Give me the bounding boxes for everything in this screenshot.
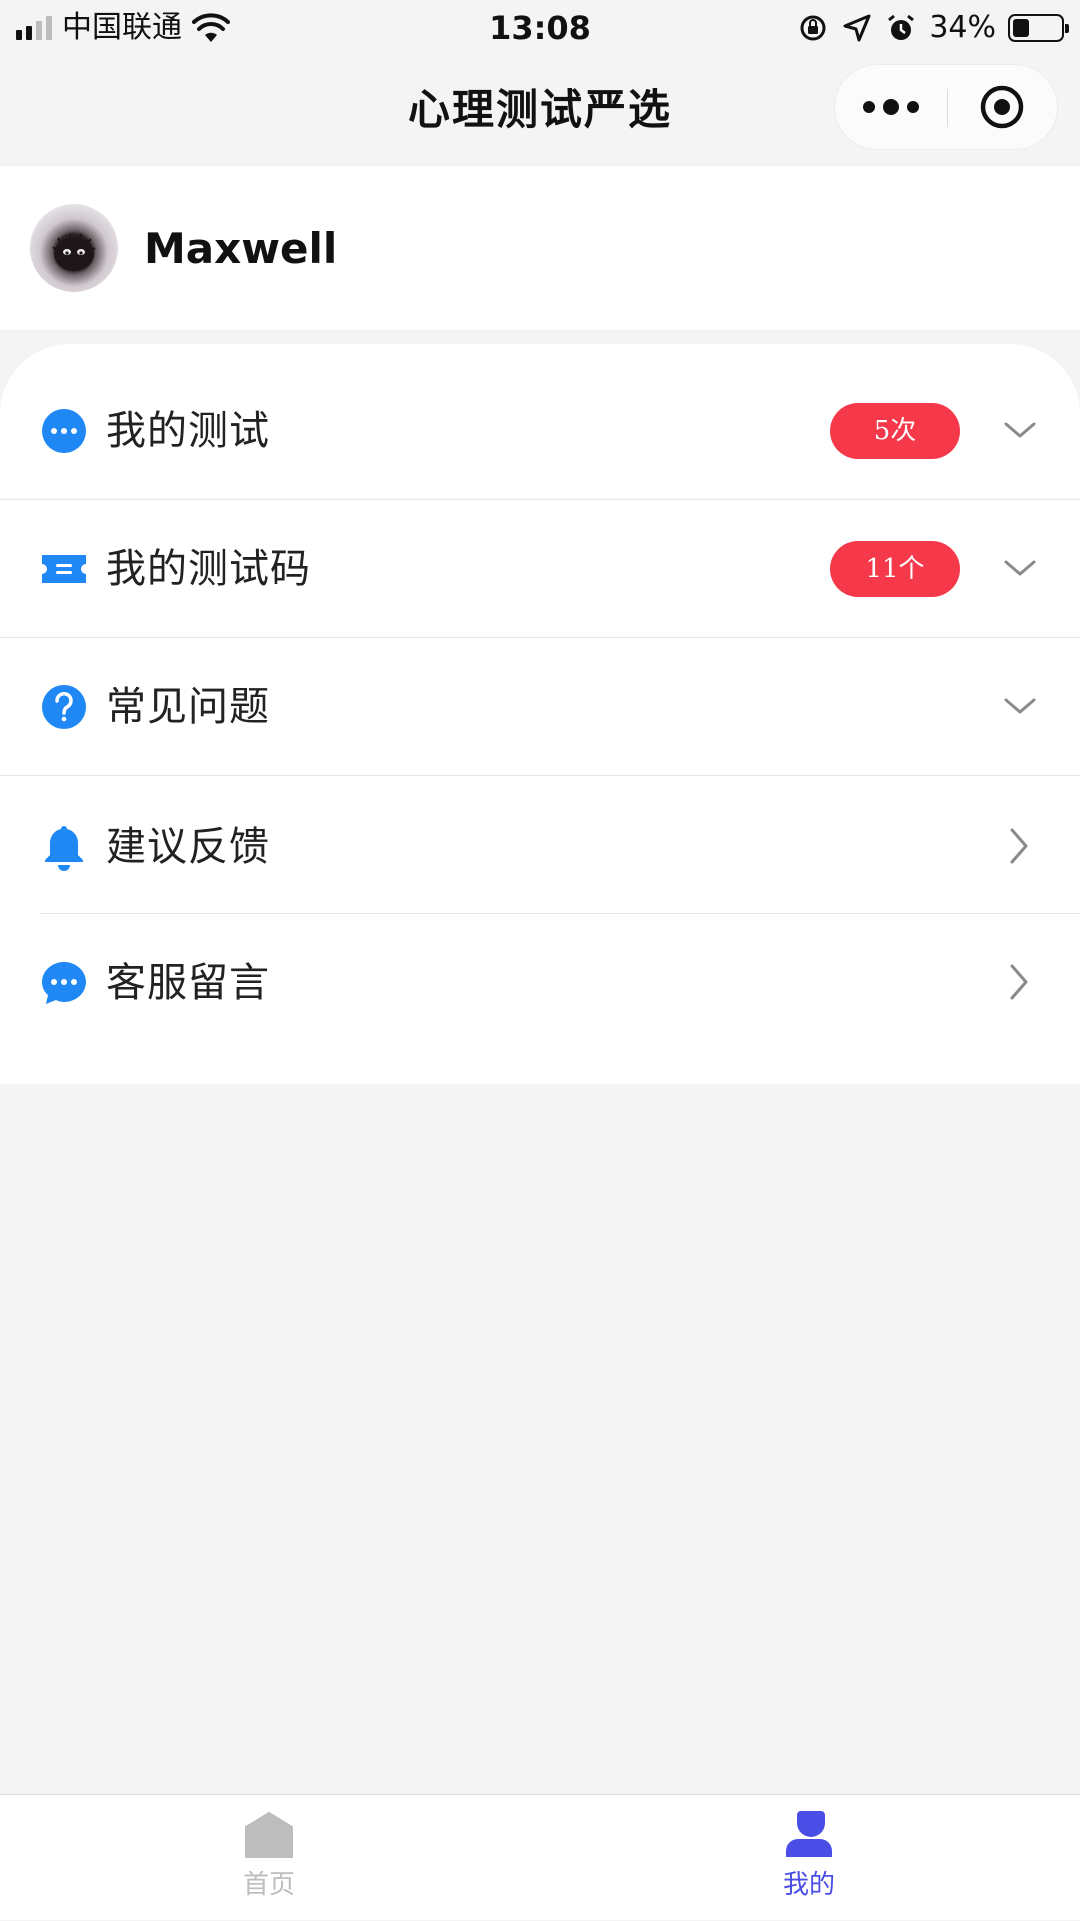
close-button[interactable] [947, 65, 1057, 149]
menu-item-my-test-codes[interactable]: 我的测试码 11个 [0, 500, 1080, 638]
message-icon [40, 959, 88, 1007]
tab-label: 我的 [782, 1870, 835, 1900]
home-icon [243, 1809, 295, 1861]
chevron-down-icon[interactable] [1000, 410, 1040, 450]
rotation-lock-icon [800, 15, 826, 41]
username: Maxwell [144, 224, 338, 273]
chevron-down-icon[interactable] [1000, 548, 1040, 588]
chevron-down-icon[interactable] [1000, 686, 1040, 726]
question-icon [40, 683, 88, 731]
chevron-right-icon[interactable] [1000, 826, 1040, 866]
menu-item-my-tests[interactable]: 我的测试 5次 [0, 362, 1080, 500]
status-bar: 中国联通 13:08 34% [0, 0, 1080, 54]
menu-item-label: 我的测试 [106, 408, 270, 454]
tab-mine[interactable]: 我的 [709, 1795, 909, 1921]
chevron-right-icon[interactable] [1000, 962, 1040, 1002]
avatar[interactable] [30, 204, 118, 292]
menu-item-label: 客服留言 [106, 960, 270, 1006]
avatar-image [52, 233, 96, 271]
mini-program-capsule [834, 64, 1058, 150]
tab-home[interactable]: 首页 [169, 1795, 369, 1921]
profile-icon [783, 1809, 835, 1861]
battery-percent: 34% [929, 10, 996, 45]
bell-icon [40, 823, 88, 871]
menu-list: 我的测试 5次 我的测试码 11个 常见问题 建议反馈 客服留言 [0, 344, 1080, 1084]
menu-item-label: 建议反馈 [106, 824, 270, 870]
menu-item-customer-service[interactable]: 客服留言 [0, 914, 1080, 1052]
menu-item-feedback[interactable]: 建议反馈 [0, 776, 1080, 914]
profile-header: Maxwell [0, 166, 1080, 330]
location-icon [843, 14, 871, 42]
battery-level [1013, 19, 1029, 37]
tab-label: 首页 [242, 1870, 295, 1900]
battery-icon [1008, 14, 1069, 42]
menu-item-label: 常见问题 [106, 684, 270, 730]
menu-item-faq[interactable]: 常见问题 [0, 638, 1080, 776]
status-right: 34% [797, 8, 1069, 48]
more-button[interactable] [835, 65, 947, 149]
chat-dots-icon [40, 407, 88, 455]
count-badge: 5次 [830, 403, 960, 459]
alarm-icon [888, 14, 915, 40]
count-badge: 11个 [830, 541, 960, 597]
menu-item-label: 我的测试码 [106, 546, 311, 592]
close-circle-icon [980, 85, 1024, 129]
ticket-icon [40, 545, 88, 593]
tab-bar: 首页 我的 [0, 1794, 1080, 1920]
nav-bar: 心理测试严选 [0, 54, 1080, 166]
